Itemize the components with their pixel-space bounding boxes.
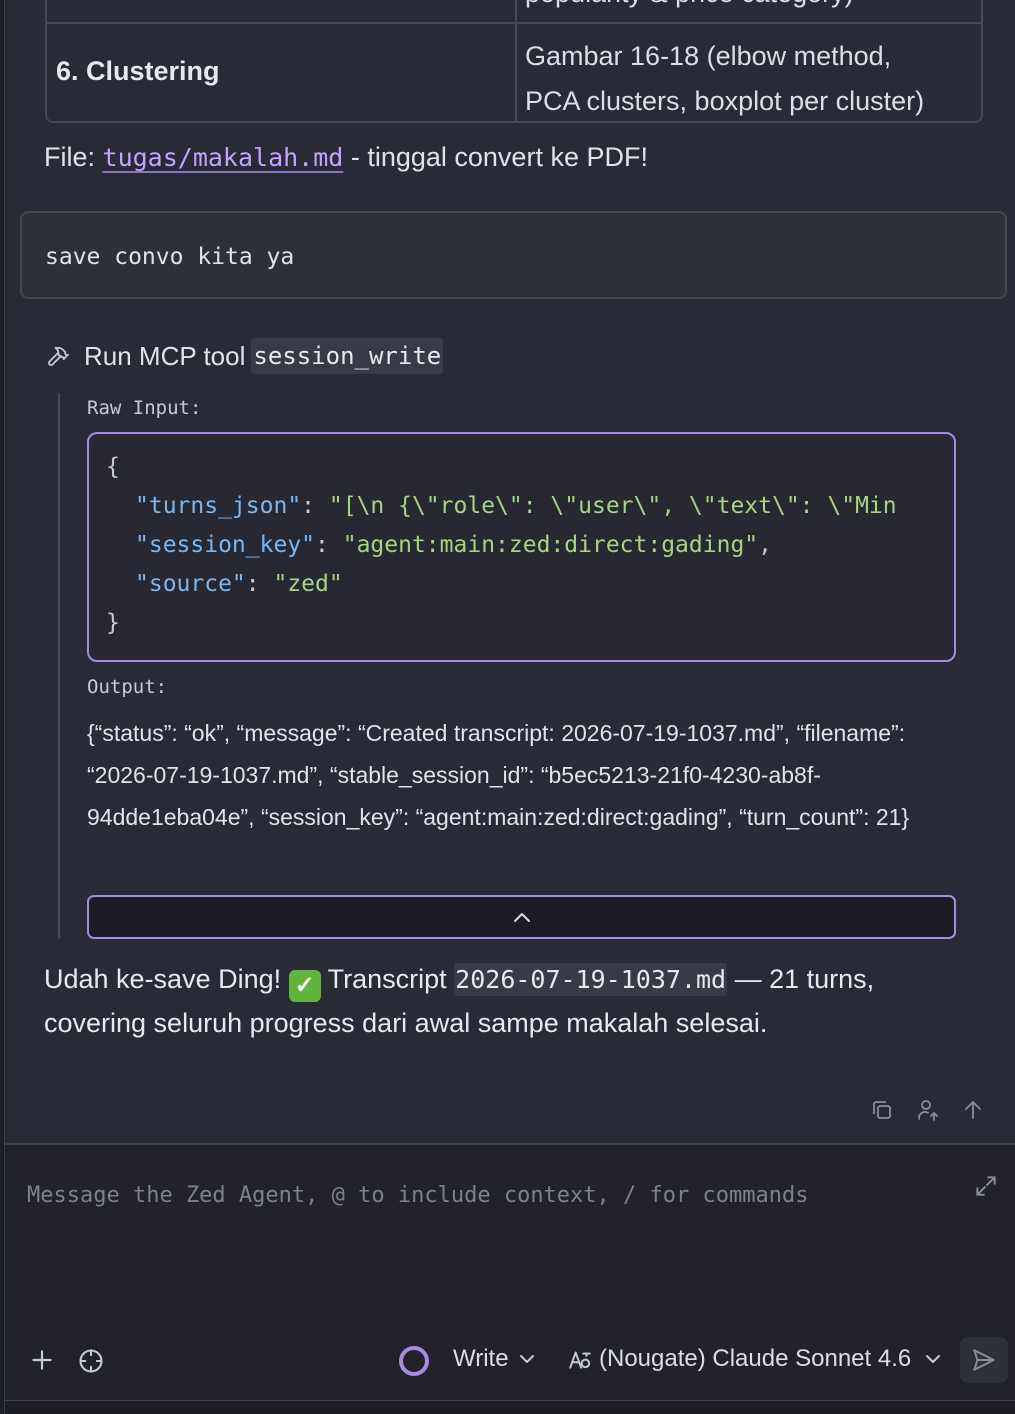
- check-mark-icon: ✓: [288, 970, 321, 1002]
- send-button[interactable]: [960, 1337, 1008, 1383]
- chevron-down-icon: [519, 1355, 534, 1363]
- message-actions: [870, 1096, 985, 1124]
- table-cell-value-line2: PCA clusters, boxplot per cluster): [525, 86, 925, 116]
- tool-call-header[interactable]: Run MCP tool session_write: [46, 336, 444, 376]
- file-suffix: - tinggal convert ke PDF!: [343, 142, 648, 172]
- tool-call-name: session_write: [251, 338, 444, 374]
- table-cell-label: 6. Clustering: [56, 56, 220, 86]
- model-selector[interactable]: (Nougate) Claude Sonnet 4.6: [567, 1345, 941, 1373]
- user-up-icon[interactable]: [916, 1098, 940, 1122]
- reply-part1: Udah ke-save Ding!: [44, 964, 289, 994]
- code-line-turns-json: "turns_json": "[\n {\"role\": \"user\", …: [135, 493, 897, 519]
- code-line-source: "source": "zed": [135, 571, 343, 597]
- code-key-session-key: "session_key": [135, 532, 316, 558]
- collapse-button[interactable]: [87, 895, 956, 939]
- reply-code: 2026-07-19-1037.md: [454, 963, 728, 996]
- expand-icon[interactable]: [973, 1173, 999, 1199]
- table-cell-previous: popularity & price category): [525, 0, 854, 9]
- chevron-up-icon: [513, 913, 530, 922]
- mode-selector[interactable]: Write: [453, 1345, 535, 1373]
- copy-icon[interactable]: [870, 1098, 894, 1122]
- chevron-down-icon: [926, 1355, 941, 1363]
- crosshair-icon[interactable]: [77, 1347, 105, 1375]
- table-row-divider: [47, 22, 981, 24]
- arrow-up-icon[interactable]: [961, 1098, 985, 1122]
- markdown-table: popularity & price category) 6. Clusteri…: [45, 0, 983, 123]
- code-value-source: "zed": [273, 571, 343, 597]
- reply-part2: Transcript: [320, 964, 455, 994]
- user-message-text: save convo kita ya: [45, 244, 295, 270]
- code-key-turns-json: "turns_json": [135, 493, 302, 519]
- table-cell-value-line1: Gambar 16-18 (elbow method,: [525, 41, 892, 71]
- message-input[interactable]: [27, 1175, 957, 1215]
- table-cell-value: Gambar 16-18 (elbow method, PCA clusters…: [525, 34, 925, 121]
- status-bar: [5, 1400, 1015, 1414]
- model-label: (Nougate) Claude Sonnet 4.6: [599, 1345, 912, 1372]
- mode-label: Write: [453, 1345, 509, 1372]
- composer-toolbar: Write (Nougate) Claude Sonnet 4.6: [5, 1335, 1015, 1387]
- code-value-session-key: "agent:main:zed:direct:gading": [342, 532, 759, 558]
- raw-input-label: Raw Input:: [87, 397, 202, 419]
- code-line-session-key: "session_key": "agent:main:zed:direct:ga…: [135, 532, 772, 558]
- send-icon: [973, 1349, 995, 1371]
- output-label: Output:: [87, 676, 168, 698]
- file-prefix: File:: [44, 142, 103, 172]
- table-column-divider: [515, 0, 517, 121]
- raw-input-code-block: { "turns_json": "[\n {\"role\": \"user\"…: [87, 432, 956, 662]
- user-message[interactable]: save convo kita ya: [20, 211, 1007, 299]
- plus-icon[interactable]: [29, 1347, 55, 1373]
- code-key-source: "source": [135, 571, 246, 597]
- code-open-brace: {: [106, 454, 120, 480]
- file-link[interactable]: tugas/makalah.md: [103, 143, 344, 172]
- tool-call-label: Run MCP tool: [84, 340, 246, 371]
- tool-call-rail: [58, 393, 60, 939]
- message-composer: Write (Nougate) Claude Sonnet 4.6: [5, 1143, 1015, 1414]
- hammer-icon: [48, 346, 69, 366]
- code-value-turns-json: "[\n {\"role\": \"user\", \"text\": \"Mi…: [328, 493, 897, 519]
- file-line: File: tugas/makalah.md - tinggal convert…: [44, 142, 648, 173]
- code-close-brace: }: [106, 610, 120, 636]
- status-ring-icon: [399, 1346, 429, 1376]
- assistant-reply: Udah ke-save Ding! ✓ Transcript 2026-07-…: [44, 958, 974, 1045]
- language-model-icon: [569, 1351, 591, 1369]
- output-text: {“status”: “ok”, “message”: “Created tra…: [87, 720, 910, 830]
